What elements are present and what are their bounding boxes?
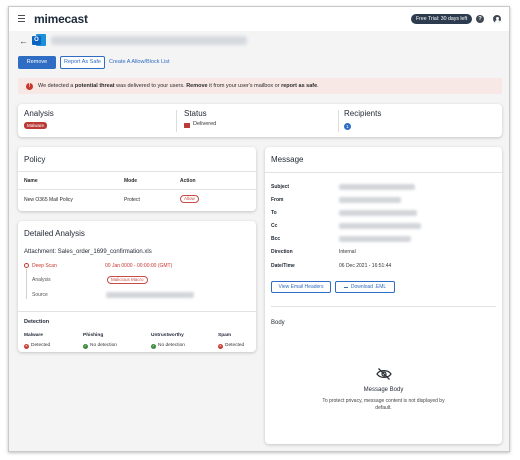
blurred-subject xyxy=(339,184,415,190)
detection-phishing-label: Phishing xyxy=(83,333,104,338)
divider xyxy=(271,306,496,307)
attachment-name: Attachment: Sales_order_1699_confirmatio… xyxy=(24,249,152,255)
status-summary: Status xyxy=(184,109,207,118)
blurred-from xyxy=(339,197,401,203)
to-label: To xyxy=(271,210,277,216)
status-value: Delivered xyxy=(193,121,217,127)
direction-label: Direction xyxy=(271,249,293,255)
report-as-safe-button[interactable]: Report As Safe xyxy=(60,56,105,69)
banner-remove-link[interactable]: Remove xyxy=(186,83,207,89)
divider xyxy=(18,311,256,312)
datetime-value: 06 Dec 2021 - 16:51:44 xyxy=(339,263,392,269)
threat-banner: ! We detected a potential threat was del… xyxy=(18,78,502,94)
divider xyxy=(18,189,256,190)
blurred-message-subject xyxy=(51,36,247,45)
detection-untrustworthy-value: ✓ No detection xyxy=(151,343,185,349)
divider xyxy=(338,110,339,132)
x-circle-icon: ✕ xyxy=(218,343,223,349)
blurred-bcc xyxy=(339,236,411,242)
analysis-summary: Analysis xyxy=(24,109,54,118)
direction-value: Internal xyxy=(339,249,356,255)
datetime-label: Date/Time xyxy=(271,263,295,269)
policy-action-badge: Allow xyxy=(180,195,199,203)
top-bar: mimecast Free Trial: 30 days left ? xyxy=(9,7,509,31)
check-circle-icon: ✓ xyxy=(151,343,156,349)
detailed-analysis-card: Detailed Analysis Attachment: Sales_orde… xyxy=(18,221,256,352)
policy-card: Policy Name Mode Action New O365 Mail Po… xyxy=(18,147,256,211)
policy-mode-cell: Protect xyxy=(124,197,140,203)
user-account-icon[interactable] xyxy=(493,15,501,23)
status-label: Status xyxy=(184,109,207,118)
check-circle-icon: ✓ xyxy=(83,343,88,349)
message-body-privacy-note: To protect privacy, message content is n… xyxy=(322,398,445,411)
create-allow-block-list-link[interactable]: Create A Allow/Block List xyxy=(107,56,172,69)
message-card: Message Subject From To Cc Bcc Direction… xyxy=(265,147,502,444)
deep-scan-time: 00 Jan 0000 - 00:00:00 (GMT) xyxy=(105,263,173,269)
outlook-letter: O xyxy=(32,36,41,45)
download-eml-button[interactable]: Download .EML xyxy=(335,281,395,293)
alert-icon: ! xyxy=(26,82,33,90)
subject-label: Subject xyxy=(271,184,290,190)
recipients-count-badge[interactable]: 1 xyxy=(344,123,351,130)
detection-malware-value: ✕ Detected xyxy=(24,343,51,349)
detection-spam-value: ✕ Detected xyxy=(218,343,245,349)
from-label: From xyxy=(271,197,284,203)
detection-title: Detection xyxy=(24,319,50,325)
tree-line xyxy=(26,269,27,299)
analysis-sub-label: Analysis xyxy=(32,277,51,283)
help-icon[interactable]: ? xyxy=(476,15,484,23)
back-arrow-icon[interactable]: ← xyxy=(19,36,28,46)
deep-scan-label: Deep Scan xyxy=(32,263,57,269)
view-email-headers-button[interactable]: View Email Headers xyxy=(271,281,331,293)
source-sub-label: Source xyxy=(32,292,48,298)
message-title: Message xyxy=(271,155,304,164)
malware-badge: Malware xyxy=(24,122,48,129)
summary-card: Analysis Malware Status Delivered Recipi… xyxy=(18,104,502,137)
analysis-label: Analysis xyxy=(24,109,54,118)
divider xyxy=(176,110,177,132)
download-icon xyxy=(343,284,348,288)
message-body-title: Message Body xyxy=(363,387,404,393)
app-window: mimecast Free Trial: 30 days left ? ← O … xyxy=(8,6,510,452)
malicious-macro-badge: Malicious Macro xyxy=(107,276,148,284)
brand-logo: mimecast xyxy=(34,12,88,26)
detection-malware-label: Malware xyxy=(24,333,43,338)
column-header-mode: Mode xyxy=(124,178,138,184)
detailed-analysis-title: Detailed Analysis xyxy=(24,229,85,238)
policy-title: Policy xyxy=(24,155,46,164)
eye-off-icon xyxy=(376,368,392,380)
policy-name-cell: New O365 Mail Policy xyxy=(24,197,73,203)
outlook-icon: O xyxy=(32,33,46,47)
recipients-label: Recipients xyxy=(344,109,382,118)
blurred-source xyxy=(106,292,194,298)
banner-report-safe-link[interactable]: report as safe xyxy=(281,83,317,89)
blurred-to xyxy=(339,210,417,216)
detection-untrustworthy-label: Untrustworthy xyxy=(151,333,184,338)
envelope-icon xyxy=(184,123,190,128)
bcc-label: Bcc xyxy=(271,236,281,242)
x-circle-icon: ✕ xyxy=(24,343,29,349)
column-header-name: Name xyxy=(24,178,38,184)
remove-button[interactable]: Remove xyxy=(18,56,56,69)
blurred-cc xyxy=(339,223,421,229)
trial-badge[interactable]: Free Trial: 30 days left xyxy=(411,14,473,24)
detection-spam-label: Spam xyxy=(218,333,232,338)
detection-phishing-value: ✓ No detection xyxy=(83,343,117,349)
banner-text: We detected a potential threat was deliv… xyxy=(38,83,319,89)
body-label: Body xyxy=(271,320,285,326)
recipients-summary: Recipients xyxy=(344,109,381,118)
cc-label: Cc xyxy=(271,223,278,229)
divider xyxy=(265,172,502,173)
menu-icon[interactable] xyxy=(18,15,25,22)
divider xyxy=(18,171,256,172)
column-header-action: Action xyxy=(180,178,196,184)
deep-scan-status-icon xyxy=(24,263,29,268)
